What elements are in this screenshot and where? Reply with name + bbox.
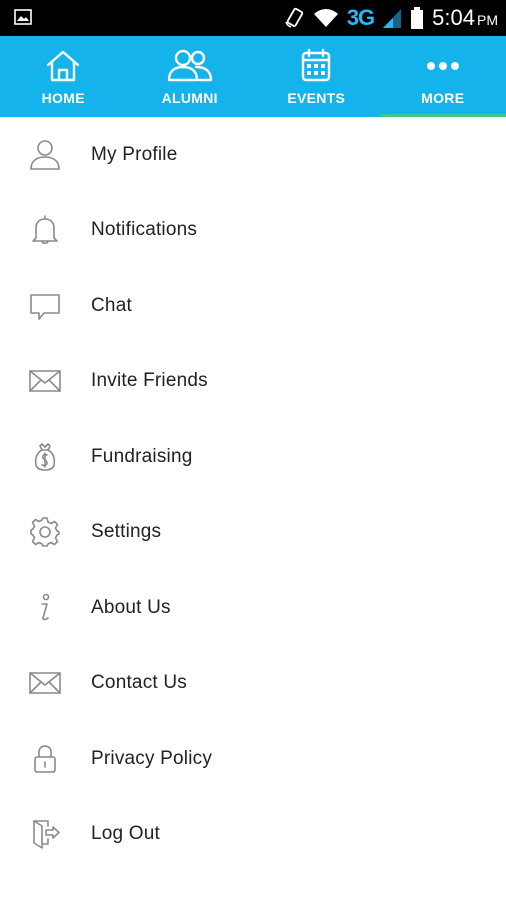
people-icon <box>167 49 212 82</box>
fundraising-icon <box>34 442 56 471</box>
gallery-icon <box>14 9 32 25</box>
menu-item-label: Settings <box>91 521 162 543</box>
network-type: 3G <box>346 5 375 30</box>
menu-item-log-out[interactable]: Log Out <box>0 797 506 873</box>
logout-icon <box>33 820 60 850</box>
menu-item-chat[interactable]: Chat <box>0 268 506 344</box>
info-icon <box>41 593 50 621</box>
menu-item-invite-friends[interactable]: Invite Friends <box>0 344 506 420</box>
home-icon <box>47 50 80 82</box>
menu-item-label: Invite Friends <box>91 370 208 392</box>
menu-item-fundraising[interactable]: Fundraising <box>0 419 506 495</box>
menu-item-label: My Profile <box>91 143 178 165</box>
clock: 5:04 PM <box>432 5 498 30</box>
menu-item-label: Log Out <box>91 823 161 845</box>
tab-label: EVENTS <box>287 90 346 106</box>
profile-icon <box>30 139 60 170</box>
more-dots-icon <box>426 62 459 70</box>
bell-icon <box>32 215 58 245</box>
menu-item-label: Privacy Policy <box>91 747 213 769</box>
tab-events[interactable]: EVENTS <box>253 36 380 117</box>
wifi-icon <box>313 9 338 27</box>
menu-item-label: Fundraising <box>91 445 193 467</box>
tab-bar: HOME ALUMNI EVENTS MORE <box>0 36 506 117</box>
menu-item-my-profile[interactable]: My Profile <box>0 117 506 193</box>
tab-label: ALUMNI <box>161 90 218 106</box>
tab-label: MORE <box>421 90 465 106</box>
menu-item-settings[interactable]: Settings <box>0 495 506 571</box>
rotate-icon <box>285 7 303 28</box>
menu-item-about-us[interactable]: About Us <box>0 570 506 646</box>
status-bar: 3G 5:04 PM <box>0 0 506 36</box>
menu-item-notifications[interactable]: Notifications <box>0 193 506 269</box>
envelope-icon <box>29 370 61 393</box>
menu-item-privacy-policy[interactable]: Privacy Policy <box>0 721 506 797</box>
envelope-icon <box>29 672 61 695</box>
status-right: 3G 5:04 PM <box>283 4 498 32</box>
battery-icon <box>411 7 424 29</box>
menu-item-label: Contact Us <box>91 672 187 694</box>
tab-more[interactable]: MORE <box>379 36 506 117</box>
more-menu: My Profile Notifications Chat Invite Fri… <box>0 117 506 872</box>
tab-home[interactable]: HOME <box>0 36 127 117</box>
signal-icon <box>383 9 402 28</box>
tab-alumni[interactable]: ALUMNI <box>127 36 254 117</box>
chat-icon <box>30 293 60 320</box>
calendar-icon <box>302 48 331 82</box>
menu-item-label: Notifications <box>91 219 198 241</box>
tab-label: HOME <box>41 90 85 106</box>
menu-item-label: Chat <box>91 294 132 316</box>
gear-icon <box>30 517 60 548</box>
menu-item-label: About Us <box>91 596 171 618</box>
menu-item-contact-us[interactable]: Contact Us <box>0 646 506 722</box>
lock-icon <box>34 744 56 773</box>
